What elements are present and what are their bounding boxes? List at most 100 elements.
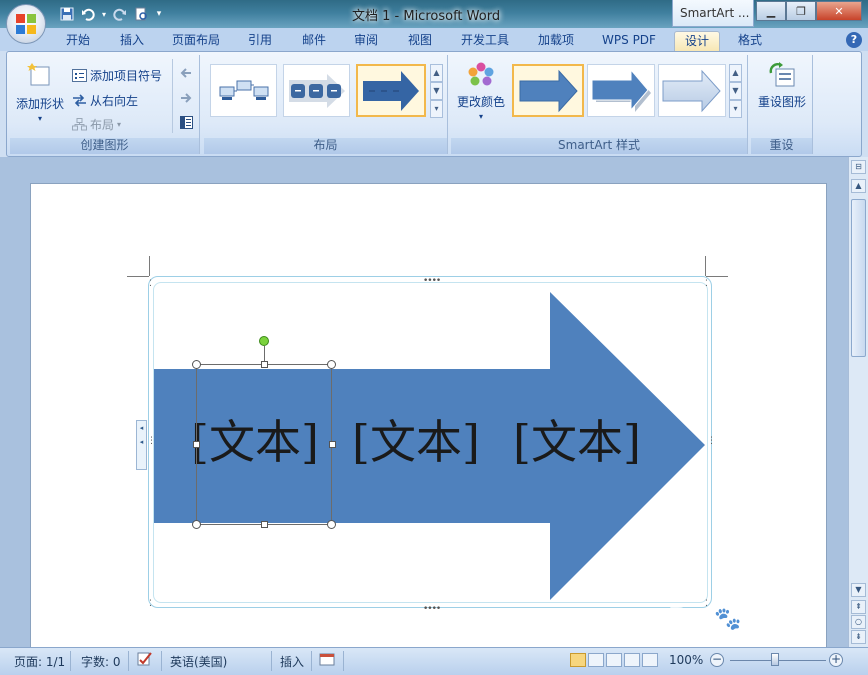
add-shape-icon bbox=[27, 63, 50, 86]
select-browse-object-icon[interactable]: ○ bbox=[851, 615, 866, 629]
zoom-slider-thumb[interactable] bbox=[771, 653, 779, 666]
style-gallery-down[interactable]: ▼ bbox=[729, 82, 742, 100]
style-option-simple[interactable] bbox=[512, 64, 584, 117]
tab-mailings[interactable]: 邮件 bbox=[294, 31, 334, 51]
tab-insert[interactable]: 插入 bbox=[112, 31, 152, 51]
tab-view[interactable]: 视图 bbox=[400, 31, 440, 51]
redo-icon[interactable] bbox=[111, 5, 129, 23]
change-colors-button[interactable]: 更改颜色 ▾ bbox=[454, 61, 508, 131]
print-layout-view-icon[interactable] bbox=[570, 653, 586, 667]
web-layout-view-icon[interactable] bbox=[606, 653, 622, 667]
layout-gallery-down[interactable]: ▼ bbox=[430, 82, 443, 100]
tab-developer[interactable]: 开发工具 bbox=[452, 31, 518, 51]
arrow-layout-icon bbox=[363, 70, 419, 111]
add-bullet-button[interactable]: 添加项目符号 bbox=[72, 67, 162, 84]
chevron-layout-icon bbox=[288, 73, 345, 108]
style-gallery-more[interactable]: ▾ bbox=[729, 100, 742, 118]
print-preview-icon[interactable] bbox=[132, 5, 150, 23]
add-shape-button[interactable]: 添加形状 ▾ bbox=[14, 61, 66, 131]
proofing-icon[interactable] bbox=[136, 651, 154, 670]
layout-gallery-up[interactable]: ▲ bbox=[430, 64, 443, 82]
chevron-down-icon: ▾ bbox=[37, 114, 42, 123]
rotation-handle[interactable] bbox=[259, 336, 269, 346]
help-icon[interactable]: ? bbox=[846, 32, 862, 48]
insert-mode[interactable]: 插入 bbox=[280, 653, 304, 670]
zoom-in-button[interactable]: + bbox=[829, 653, 843, 667]
next-page-icon[interactable]: ⇟ bbox=[851, 630, 866, 644]
reset-graphic-button[interactable]: 重设图形 bbox=[755, 61, 809, 121]
tab-home[interactable]: 开始 bbox=[58, 31, 98, 51]
word-count[interactable]: 字数: 0 bbox=[81, 653, 121, 670]
customize-qat-icon[interactable]: ▾ bbox=[153, 5, 165, 23]
resize-handle-bottom[interactable] bbox=[261, 521, 268, 528]
resize-handle-bottom-left[interactable] bbox=[192, 520, 201, 529]
layouts-group: ▲ ▼ ▾ 布局 bbox=[204, 55, 448, 154]
frame-handle-top-left[interactable]: ⁚ bbox=[149, 280, 152, 289]
restore-button[interactable]: ❐ bbox=[786, 1, 816, 21]
layouts-group-label: 布局 bbox=[204, 138, 447, 154]
office-button[interactable] bbox=[6, 4, 46, 44]
language-indicator[interactable]: 英语(美国) bbox=[170, 653, 227, 670]
right-to-left-button[interactable]: 从右向左 bbox=[72, 92, 138, 109]
resize-handle-top-right[interactable] bbox=[327, 360, 336, 369]
draft-view-icon[interactable] bbox=[642, 653, 658, 667]
resize-handle-left[interactable] bbox=[193, 441, 200, 448]
scroll-up-icon[interactable]: ▲ bbox=[851, 179, 866, 193]
resize-handle-bottom-right[interactable] bbox=[327, 520, 336, 529]
scroll-down-icon[interactable]: ▼ bbox=[851, 583, 866, 597]
layout-option-process[interactable] bbox=[210, 64, 277, 117]
status-divider bbox=[128, 651, 129, 671]
frame-handle-top[interactable]: •••• bbox=[423, 277, 441, 286]
undo-dropdown-icon[interactable]: ▾ bbox=[100, 5, 108, 23]
demote-button[interactable] bbox=[180, 92, 192, 104]
process-layout-icon bbox=[219, 80, 268, 100]
previous-page-icon[interactable]: ⇞ bbox=[851, 600, 866, 614]
tab-add-ins[interactable]: 加载项 bbox=[530, 31, 582, 51]
text-pane-toggle[interactable]: ◂ ◂ bbox=[136, 420, 147, 470]
resize-handle-right[interactable] bbox=[329, 441, 336, 448]
smartart-text-node-3[interactable]: [文本] bbox=[513, 414, 641, 470]
watermark-url: jingyan.baidu.com bbox=[676, 629, 778, 642]
minimize-button[interactable]: ▁ bbox=[756, 1, 786, 21]
style-option-light[interactable] bbox=[658, 64, 726, 117]
close-button[interactable]: ✕ bbox=[816, 1, 862, 21]
layout-option-chevron[interactable] bbox=[283, 64, 350, 117]
tab-format[interactable]: 格式 bbox=[730, 31, 770, 51]
tab-review[interactable]: 审阅 bbox=[346, 31, 386, 51]
frame-handle-bottom-left[interactable]: ⁚ bbox=[149, 600, 152, 609]
crop-mark bbox=[149, 256, 150, 276]
tab-references[interactable]: 引用 bbox=[240, 31, 280, 51]
smartart-text-node-2[interactable]: [文本] bbox=[352, 414, 480, 470]
frame-handle-top-right[interactable]: ⁚ bbox=[705, 280, 708, 289]
text-pane-button[interactable] bbox=[180, 116, 193, 129]
page-indicator[interactable]: 页面: 1/1 bbox=[14, 653, 65, 670]
frame-handle-right[interactable]: ⋮ bbox=[707, 437, 716, 446]
smartart-styles-group-label: SmartArt 样式 bbox=[451, 138, 747, 154]
tab-page-layout[interactable]: 页面布局 bbox=[164, 31, 228, 51]
add-bullet-label: 添加项目符号 bbox=[90, 69, 163, 83]
resize-handle-top[interactable] bbox=[261, 361, 268, 368]
macro-record-icon[interactable] bbox=[319, 651, 335, 670]
promote-button[interactable] bbox=[180, 67, 192, 79]
outline-view-icon[interactable] bbox=[624, 653, 640, 667]
zoom-level[interactable]: 100% bbox=[669, 653, 703, 667]
frame-handle-bottom[interactable]: •••• bbox=[423, 605, 441, 614]
vertical-scrollbar[interactable]: ⊟ ▲ ▼ ⇞ ○ ⇟ bbox=[848, 157, 868, 647]
scroll-thumb[interactable] bbox=[851, 199, 866, 357]
layout-gallery-more[interactable]: ▾ bbox=[430, 100, 443, 118]
style-option-shadow[interactable] bbox=[587, 64, 655, 117]
title-bar: ▾ ▾ 文档 1 - Microsoft Word SmartArt ... ▁… bbox=[0, 0, 868, 28]
full-screen-reading-view-icon[interactable] bbox=[588, 653, 604, 667]
layout-label: 布局 bbox=[90, 118, 115, 132]
style-gallery-up[interactable]: ▲ bbox=[729, 64, 742, 82]
undo-icon[interactable] bbox=[79, 5, 97, 23]
zoom-out-button[interactable]: − bbox=[710, 653, 724, 667]
save-icon[interactable] bbox=[58, 5, 76, 23]
tab-wps-pdf[interactable]: WPS PDF bbox=[594, 31, 664, 51]
tab-design[interactable]: 设计 bbox=[674, 31, 720, 51]
layout-option-arrow[interactable] bbox=[356, 64, 426, 117]
resize-handle-top-left[interactable] bbox=[192, 360, 201, 369]
shadow-arrow-style-icon bbox=[591, 68, 651, 112]
view-ruler-icon[interactable]: ⊟ bbox=[851, 160, 866, 174]
layout-button[interactable]: 布局 ▾ bbox=[72, 116, 121, 133]
